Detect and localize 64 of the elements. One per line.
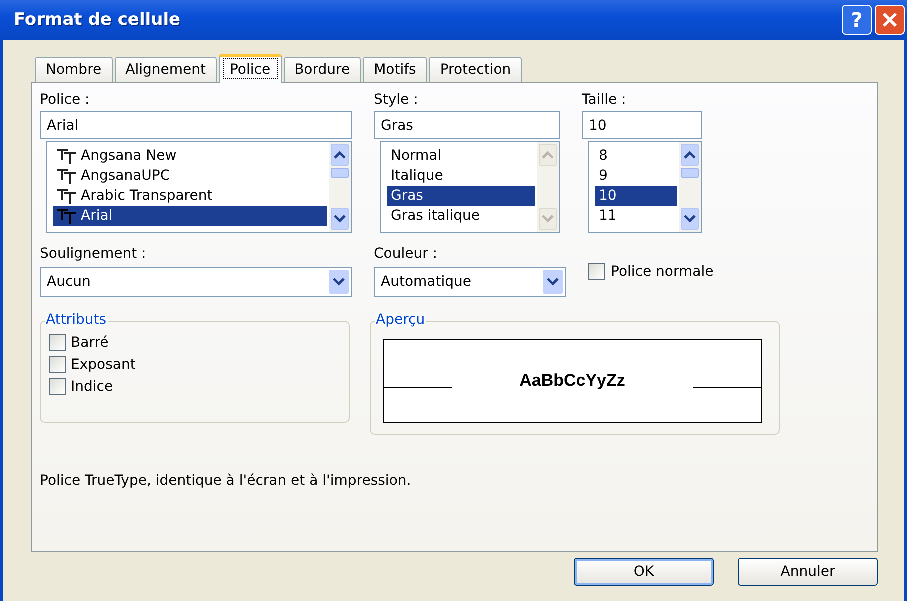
checkbox[interactable] — [49, 378, 66, 395]
truetype-icon — [57, 208, 77, 224]
list-item[interactable]: Normal — [387, 146, 535, 166]
chevron-down-icon — [684, 215, 696, 223]
list-item[interactable]: Angsana New — [53, 146, 327, 166]
field-label: Style : — [374, 91, 420, 110]
list-item[interactable]: Gras italique — [387, 206, 535, 226]
truetype-icon — [57, 188, 77, 204]
window-title: Format de cellule — [14, 10, 181, 30]
chevron-down-icon — [329, 270, 349, 294]
checkbox-label: Exposant — [71, 356, 136, 372]
close-icon — [881, 11, 899, 29]
ok-button[interactable]: OK — [574, 558, 714, 586]
truetype-icon — [57, 148, 77, 164]
checkbox-label: Indice — [71, 378, 114, 394]
input-field[interactable]: Gras — [374, 111, 560, 139]
checkbox[interactable] — [588, 263, 605, 280]
field-label: Police : — [40, 91, 91, 110]
list-item[interactable]: 8 — [595, 146, 677, 166]
chevron-down-icon — [334, 215, 346, 223]
checkbox[interactable] — [49, 356, 66, 373]
tab[interactable]: Bordure — [284, 57, 362, 82]
tab[interactable]: Alignement — [114, 57, 217, 82]
chevron-up-icon — [334, 151, 346, 159]
preview-text: AaBbCcYyZz — [518, 371, 626, 391]
list-item[interactable]: Gras — [387, 186, 535, 206]
list-item[interactable]: Italique — [387, 166, 535, 186]
list-item[interactable]: AngsanaUPC — [53, 166, 327, 186]
help-button[interactable]: ? — [842, 5, 872, 35]
scroll-thumb[interactable] — [331, 168, 349, 178]
list-item[interactable]: Arial — [53, 206, 327, 226]
scroll-thumb[interactable] — [681, 168, 699, 178]
list-item[interactable]: 11 — [595, 206, 677, 226]
dropdown[interactable]: Aucun — [40, 267, 352, 297]
close-button[interactable] — [875, 5, 905, 35]
list-item[interactable]: Arabic Transparent — [53, 186, 327, 206]
tab[interactable]: Police — [218, 54, 282, 83]
list-item[interactable]: 9 — [595, 166, 677, 186]
tab[interactable]: Motifs — [363, 57, 428, 82]
field-label: Soulignement : — [40, 245, 148, 264]
group-title: Aperçu — [375, 312, 426, 328]
checkbox[interactable] — [49, 334, 66, 351]
list-box[interactable]: Angsana New AngsanaUPC Arabic Transparent Arial — [46, 141, 352, 233]
tab[interactable]: Protection — [429, 57, 522, 82]
list-box[interactable]: Normal Italique Gras Gras italique — [380, 141, 560, 233]
dropdown[interactable]: Automatique — [374, 267, 566, 297]
input-field[interactable]: Arial — [40, 111, 352, 139]
input-field[interactable]: 10 — [582, 111, 702, 139]
scrollbar[interactable] — [679, 142, 701, 232]
truetype-icon — [57, 168, 77, 184]
list-item[interactable]: 10 — [595, 186, 677, 206]
cancel-button[interactable]: Annuler — [738, 558, 878, 586]
chevron-up-icon — [542, 151, 554, 159]
checkbox-label: Police normale — [611, 264, 714, 280]
field-label: Couleur : — [374, 245, 439, 264]
chevron-up-icon — [684, 151, 696, 159]
chevron-down-icon — [542, 215, 554, 223]
scrollbar[interactable] — [329, 142, 351, 232]
list-box[interactable]: 8 9 10 11 — [588, 141, 702, 233]
description-text: Police TrueType, identique à l'écran et à l'impression. — [40, 473, 412, 489]
checkbox-label: Barré — [71, 334, 109, 350]
chevron-down-icon — [543, 270, 563, 294]
field-label: Taille : — [582, 91, 628, 110]
tab[interactable]: Nombre — [35, 57, 113, 82]
